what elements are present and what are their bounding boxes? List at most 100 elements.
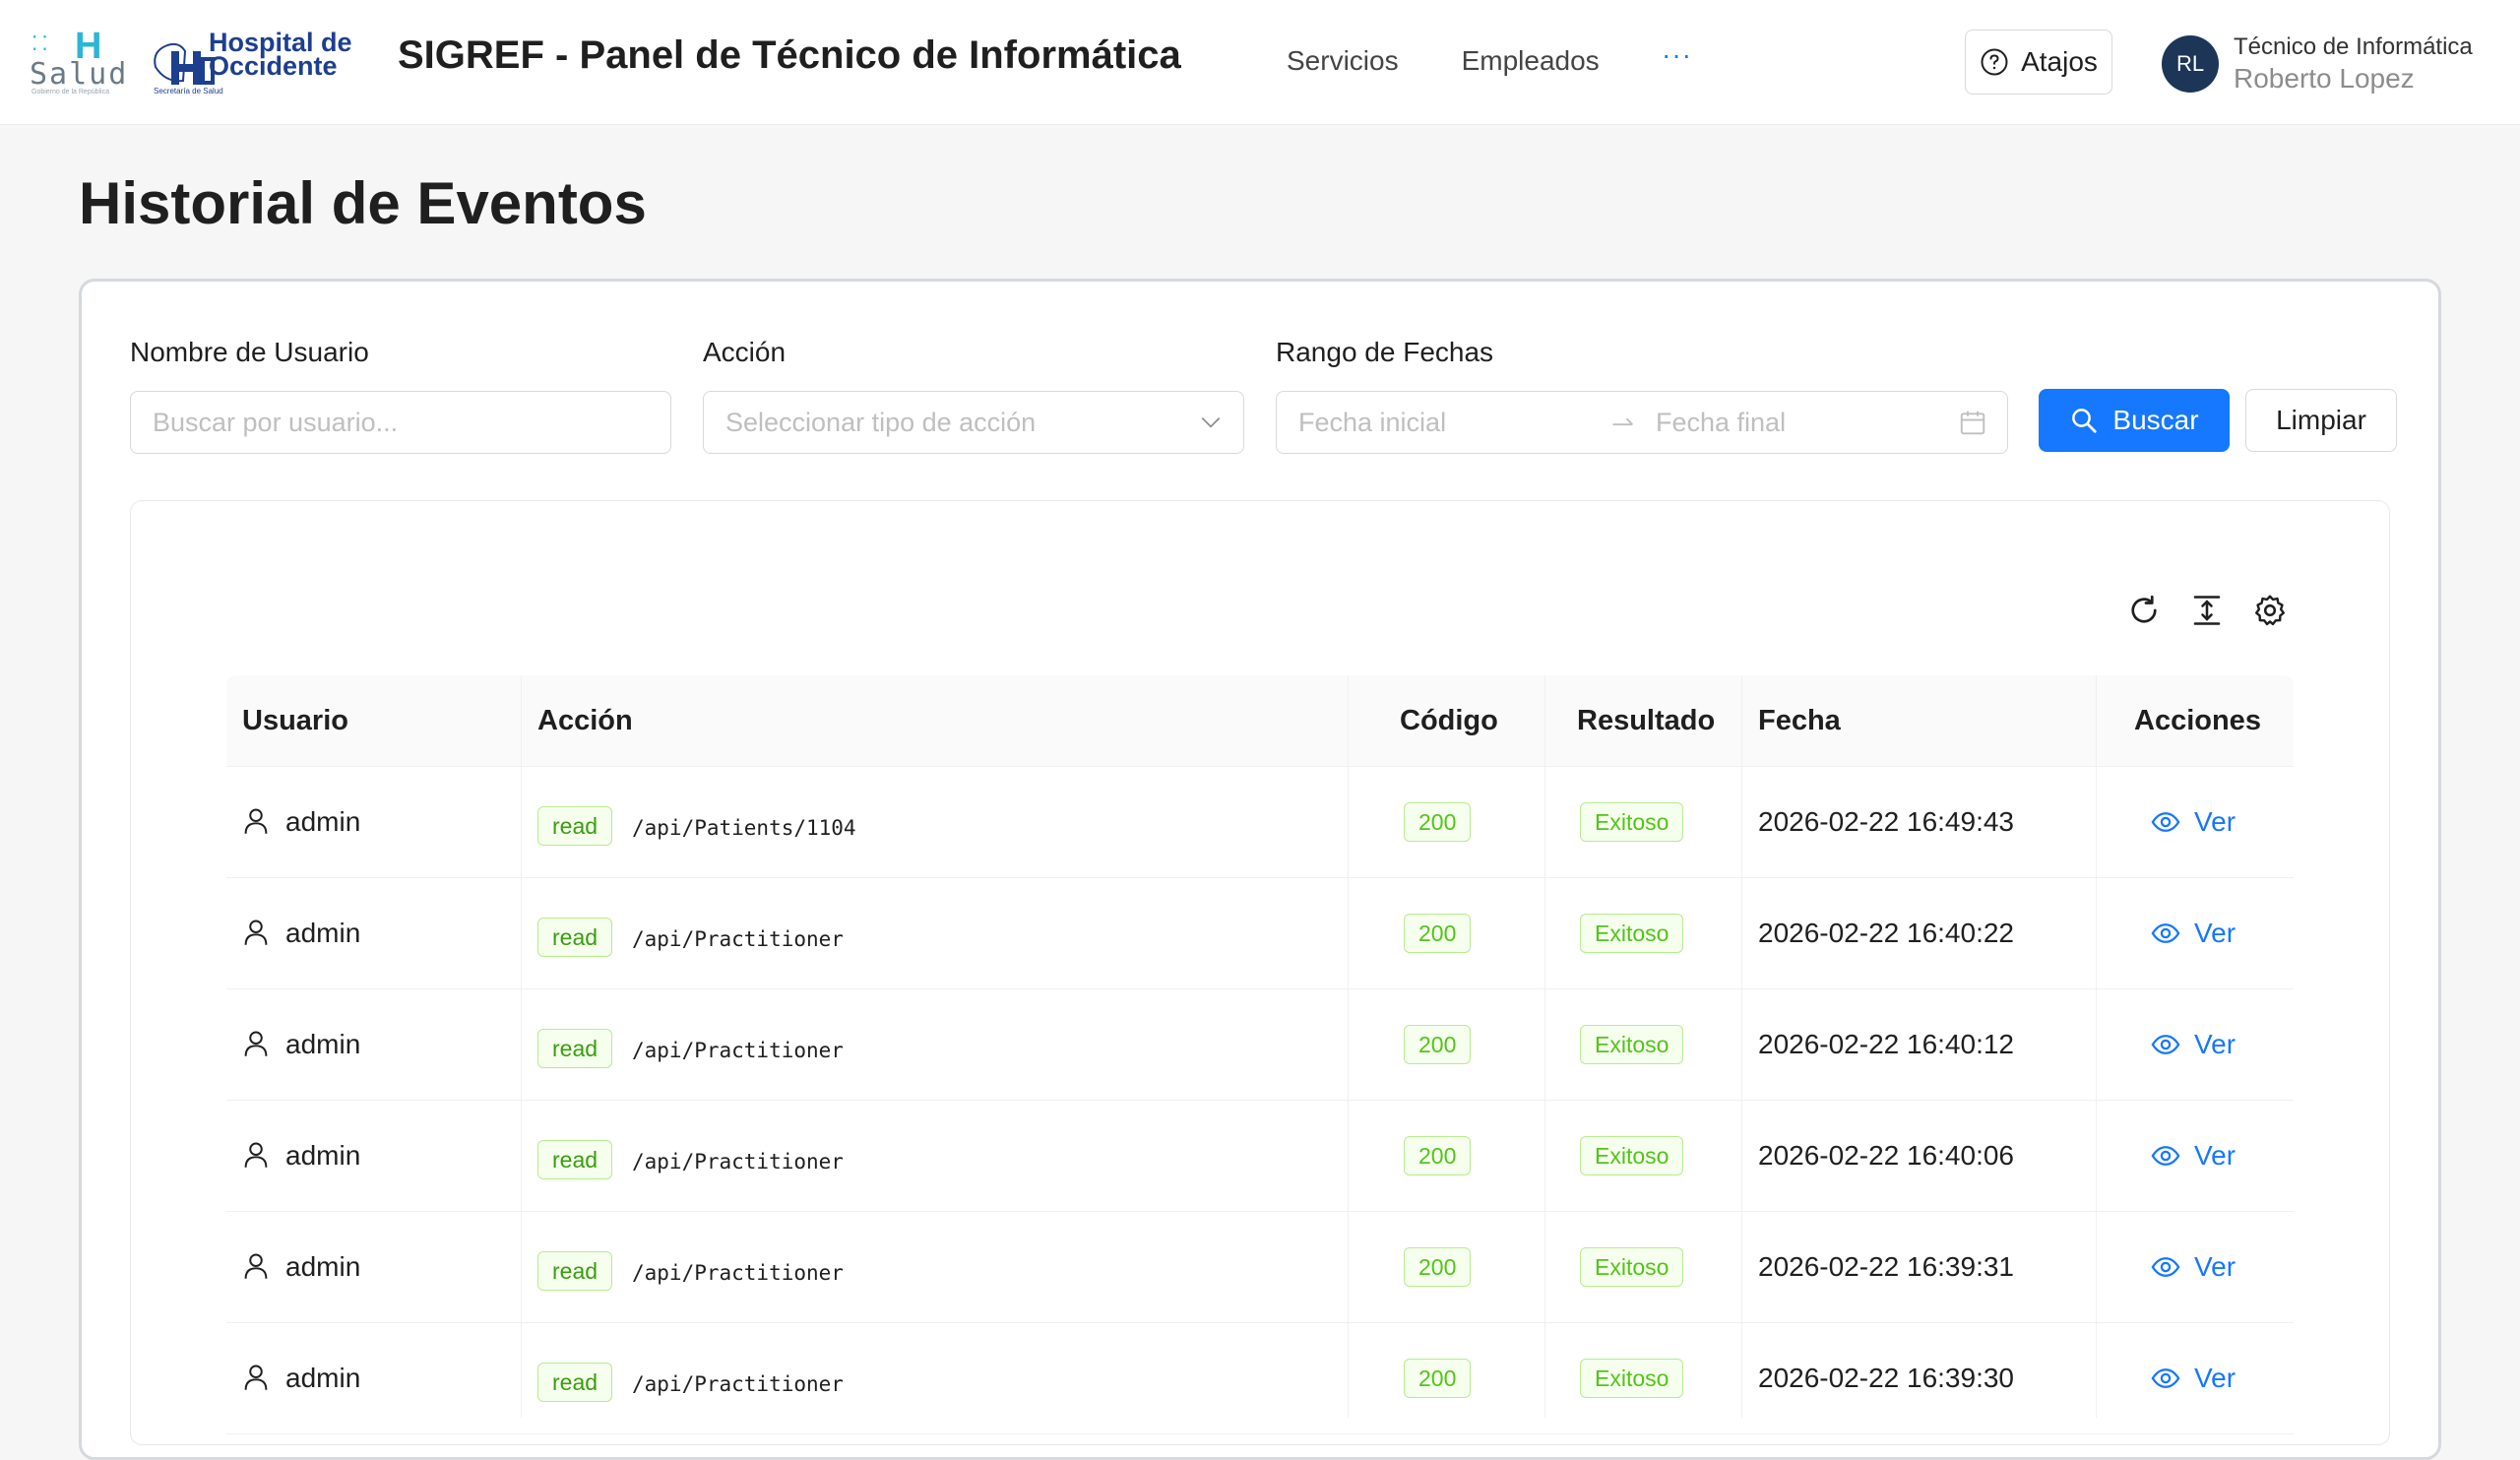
user-role: Técnico de Informática xyxy=(2234,33,2473,60)
page-title: Historial de Eventos xyxy=(79,170,647,236)
column-divider xyxy=(1348,675,1349,1418)
eye-icon xyxy=(2151,1035,2180,1054)
eye-icon xyxy=(2151,1257,2180,1277)
top-nav: Servicios Empleados xyxy=(1287,45,1663,77)
table-row: admin read /api/Practitioner 200 Exitoso… xyxy=(226,989,2294,1101)
column-header-usuario: Usuario xyxy=(242,705,348,736)
column-height-icon[interactable] xyxy=(2189,593,2225,628)
date-end-input[interactable]: Fecha final xyxy=(1656,392,1786,453)
row-endpoint: /api/Practitioner xyxy=(632,1372,844,1396)
salud-logo-word: Salud xyxy=(30,57,129,92)
result-badge: Exitoso xyxy=(1580,1025,1684,1064)
eye-icon xyxy=(2151,812,2180,832)
user-icon xyxy=(244,1253,268,1279)
row-endpoint: /api/Patients/1104 xyxy=(632,816,856,840)
result-badge: Exitoso xyxy=(1580,802,1684,842)
hospital-logo: Hospital de Occidente Secretaría de Salu… xyxy=(150,26,371,100)
view-button[interactable]: Ver xyxy=(2151,806,2236,838)
setting-icon[interactable] xyxy=(2252,593,2288,628)
table-row: admin read /api/Practitioner 200 Exitoso… xyxy=(226,1212,2294,1323)
view-button-label: Ver xyxy=(2194,1251,2236,1282)
column-header-codigo: Código xyxy=(1400,705,1498,736)
nav-item-servicios[interactable]: Servicios xyxy=(1287,45,1399,77)
row-date: 2026-02-22 16:39:30 xyxy=(1758,1363,2014,1393)
action-tag: read xyxy=(537,1029,613,1068)
action-tag: read xyxy=(537,1363,613,1402)
view-button[interactable]: Ver xyxy=(2151,1140,2236,1172)
user-icon xyxy=(244,1365,268,1390)
arrow-right-icon xyxy=(1612,417,1633,426)
view-button-label: Ver xyxy=(2194,1140,2236,1171)
nav-more-icon[interactable]: ··· xyxy=(1662,39,1692,71)
app-title: SIGREF - Panel de Técnico de Informática xyxy=(398,33,1181,77)
column-header-accion: Acción xyxy=(537,705,633,736)
calendar-icon xyxy=(1960,411,1985,435)
action-tag: read xyxy=(537,918,613,957)
result-badge: Exitoso xyxy=(1580,1136,1684,1175)
user-name: Roberto Lopez xyxy=(2234,63,2415,94)
action-tag: read xyxy=(537,806,613,846)
table-row: admin read /api/Practitioner 200 Exitoso… xyxy=(226,878,2294,989)
view-button[interactable]: Ver xyxy=(2151,918,2236,949)
shortcuts-label: Atajos xyxy=(2021,46,2098,77)
clear-button[interactable]: Limpiar xyxy=(2245,389,2397,452)
action-filter-label: Acción xyxy=(703,337,787,367)
view-button[interactable]: Ver xyxy=(2151,1029,2236,1060)
user-icon xyxy=(244,1031,268,1056)
user-search-input[interactable] xyxy=(130,391,671,454)
user-icon xyxy=(244,808,268,834)
row-date: 2026-02-22 16:40:06 xyxy=(1758,1140,2014,1171)
date-range-picker[interactable]: Fecha inicial Fecha final xyxy=(1276,391,2008,454)
view-button-label: Ver xyxy=(2194,806,2236,837)
table-row: admin read /api/Practitioner 200 Exitoso… xyxy=(226,1323,2294,1434)
row-user: admin xyxy=(285,1363,361,1393)
table-row: admin read /api/Practitioner 200 Exitoso… xyxy=(226,1101,2294,1212)
row-user: admin xyxy=(285,1029,361,1059)
column-header-fecha: Fecha xyxy=(1758,705,1841,736)
shortcuts-button[interactable]: Atajos xyxy=(1965,30,2112,95)
reload-icon[interactable] xyxy=(2126,593,2162,628)
table-row: admin read /api/Patients/1104 200 Exitos… xyxy=(226,767,2294,878)
status-code-badge: 200 xyxy=(1404,1359,1472,1398)
nav-item-empleados[interactable]: Empleados xyxy=(1462,45,1600,77)
result-badge: Exitoso xyxy=(1580,914,1684,953)
salud-logo-subtitle: Gobierno de la República xyxy=(32,89,109,95)
column-header-acciones: Acciones xyxy=(2134,705,2261,736)
date-range-label: Rango de Fechas xyxy=(1276,337,1494,367)
row-user: admin xyxy=(285,806,361,837)
status-code-badge: 200 xyxy=(1404,914,1472,953)
question-circle-icon xyxy=(1981,48,2008,76)
search-button[interactable]: Buscar xyxy=(2039,389,2230,452)
search-button-label: Buscar xyxy=(2112,405,2199,435)
row-date: 2026-02-22 16:49:43 xyxy=(1758,806,2014,837)
salud-logo-dots: ⁚⁚ xyxy=(32,33,52,55)
row-user: admin xyxy=(285,1251,361,1282)
view-button-label: Ver xyxy=(2194,1029,2236,1059)
view-button[interactable]: Ver xyxy=(2151,1251,2236,1283)
user-avatar[interactable]: RL xyxy=(2162,35,2219,93)
eye-icon xyxy=(2151,1368,2180,1388)
result-badge: Exitoso xyxy=(1580,1247,1684,1287)
action-select-placeholder: Seleccionar tipo de acción xyxy=(725,407,1037,437)
row-user: admin xyxy=(285,1140,361,1171)
salud-logo: ⁚⁚ H Salud Gobierno de la República xyxy=(30,26,126,96)
app-header: ⁚⁚ H Salud Gobierno de la República Hosp… xyxy=(0,0,2520,125)
column-divider xyxy=(2096,675,2097,1418)
chevron-down-icon xyxy=(1201,417,1221,428)
column-header-resultado: Resultado xyxy=(1577,705,1716,736)
column-divider xyxy=(521,675,522,1418)
result-badge: Exitoso xyxy=(1580,1359,1684,1398)
view-button-label: Ver xyxy=(2194,1363,2236,1393)
view-button[interactable]: Ver xyxy=(2151,1363,2236,1394)
action-select[interactable]: Seleccionar tipo de acción xyxy=(703,391,1244,454)
eye-icon xyxy=(2151,923,2180,943)
status-code-badge: 200 xyxy=(1404,802,1472,842)
user-filter-label: Nombre de Usuario xyxy=(130,337,369,367)
status-code-badge: 200 xyxy=(1404,1136,1472,1175)
row-user: admin xyxy=(285,918,361,948)
view-button-label: Ver xyxy=(2194,918,2236,948)
date-start-input[interactable]: Fecha inicial xyxy=(1298,408,1446,438)
status-code-badge: 200 xyxy=(1404,1247,1472,1287)
hospital-logo-subtitle: Secretaría de Salud xyxy=(154,87,223,95)
action-tag: read xyxy=(537,1140,613,1179)
